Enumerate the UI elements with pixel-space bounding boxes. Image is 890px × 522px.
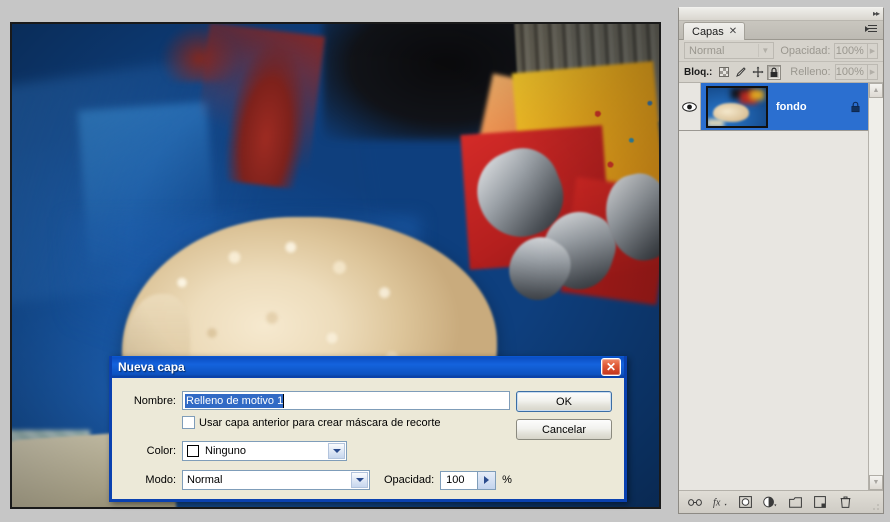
collapse-panel-icon[interactable]: ▸▸ <box>873 9 880 19</box>
add-layer-mask-icon[interactable] <box>738 495 752 509</box>
dialog-title: Nueva capa <box>118 359 185 374</box>
layer-visibility-toggle[interactable] <box>679 83 701 130</box>
link-layers-icon[interactable] <box>688 495 702 509</box>
panel-tab-bar: Capas ✕ <box>679 21 883 40</box>
opacity-spinner-icon[interactable] <box>478 470 497 490</box>
dialog-body: Nombre: Relleno de motivo 1 Usar capa an… <box>112 378 624 499</box>
layer-locked-icon <box>842 101 868 113</box>
new-adjustment-layer-icon[interactable] <box>763 495 777 509</box>
ok-button[interactable]: OK <box>516 391 612 412</box>
lock-label: Bloq.: <box>684 66 713 78</box>
svg-text:fx: fx <box>713 498 721 508</box>
fill-spinner-icon[interactable]: ▶ <box>867 64 879 80</box>
color-select[interactable]: Ninguno <box>182 441 347 461</box>
lock-row: Bloq.: Relleno: 100% ▶ <box>679 62 883 83</box>
cancel-button[interactable]: Cancelar <box>516 419 612 440</box>
color-swatch-icon <box>187 445 199 457</box>
brush-lock-icon[interactable] <box>734 65 748 80</box>
name-input-value: Relleno de motivo 1 <box>185 393 285 408</box>
percent-label: % <box>502 474 512 486</box>
chevron-down-icon: ▼ <box>758 44 771 57</box>
name-label: Nombre: <box>133 394 176 407</box>
color-select-value: Ninguno <box>205 445 246 457</box>
layers-panel-toolbar: fx <box>679 491 883 513</box>
layer-list: fondo ▲ ▼ <box>679 83 883 491</box>
opacity-spinner-icon[interactable]: ▶ <box>867 42 878 59</box>
scroll-up-icon[interactable]: ▲ <box>869 83 883 98</box>
app-root: ▸▸ Capas ✕ Normal ▼ Opacidad: 100% ▶ Blo… <box>0 0 890 522</box>
layers-panel: ▸▸ Capas ✕ Normal ▼ Opacidad: 100% ▶ Blo… <box>678 7 884 514</box>
dialog-titlebar[interactable]: Nueva capa ✕ <box>112 356 624 378</box>
mode-label: Modo: <box>145 474 176 486</box>
fill-label: Relleno: <box>790 66 831 78</box>
blend-mode-row: Normal ▼ Opacidad: 100% ▶ <box>679 40 883 62</box>
layer-styles-fx-icon[interactable]: fx <box>713 495 727 509</box>
layer-name-label: fondo <box>776 100 807 113</box>
new-layer-icon[interactable] <box>813 495 827 509</box>
mode-select-value: Normal <box>187 474 223 486</box>
delete-layer-icon[interactable] <box>838 495 852 509</box>
dialog-opacity-label: Opacidad: <box>384 474 435 486</box>
opacity-field[interactable]: 100% <box>834 42 868 59</box>
table-row[interactable]: fondo <box>679 83 868 131</box>
checkerboard-lock-icon[interactable] <box>717 65 731 80</box>
scroll-down-icon[interactable]: ▼ <box>869 475 883 490</box>
lock-all-icon[interactable] <box>767 64 782 80</box>
panel-titlebar: ▸▸ <box>679 8 883 21</box>
new-group-icon[interactable] <box>788 495 802 509</box>
blend-mode-select[interactable]: Normal ▼ <box>684 42 775 59</box>
eye-icon <box>682 101 697 112</box>
dialog-opacity-input[interactable]: 100 <box>440 470 479 490</box>
chevron-down-icon[interactable] <box>328 443 345 459</box>
blend-mode-value: Normal <box>689 44 725 57</box>
opacity-label: Opacidad: <box>780 44 831 57</box>
clipping-mask-checkbox[interactable] <box>182 416 195 429</box>
tab-capas-label: Capas <box>692 25 724 38</box>
color-row: Color: Ninguno <box>122 441 347 461</box>
layers-scrollbar[interactable]: ▲ ▼ <box>868 83 883 490</box>
close-icon[interactable]: ✕ <box>729 26 737 37</box>
nueva-capa-dialog: Nueva capa ✕ Nombre: Relleno de motivo 1… <box>109 356 627 502</box>
layer-thumbnail-cell[interactable] <box>701 85 774 128</box>
move-lock-icon[interactable] <box>751 65 765 80</box>
clipping-mask-label: Usar capa anterior para crear máscara de… <box>199 416 441 429</box>
close-icon[interactable]: ✕ <box>601 358 621 376</box>
layer-thumbnail <box>706 85 768 128</box>
fill-field[interactable]: 100% <box>834 64 868 80</box>
mode-row: Modo: Normal Opacidad: 100 % <box>122 470 512 490</box>
color-label: Color: <box>146 445 176 457</box>
panel-resize-grip[interactable] <box>873 504 880 511</box>
chevron-down-icon[interactable] <box>351 472 368 488</box>
name-input[interactable]: Relleno de motivo 1 <box>182 391 510 410</box>
panel-menu-icon[interactable] <box>865 24 879 36</box>
clipping-mask-row[interactable]: Usar capa anterior para crear máscara de… <box>122 416 441 429</box>
tab-capas[interactable]: Capas ✕ <box>683 22 746 40</box>
mode-select[interactable]: Normal <box>182 470 370 490</box>
name-row: Nombre: Relleno de motivo 1 <box>122 391 510 410</box>
